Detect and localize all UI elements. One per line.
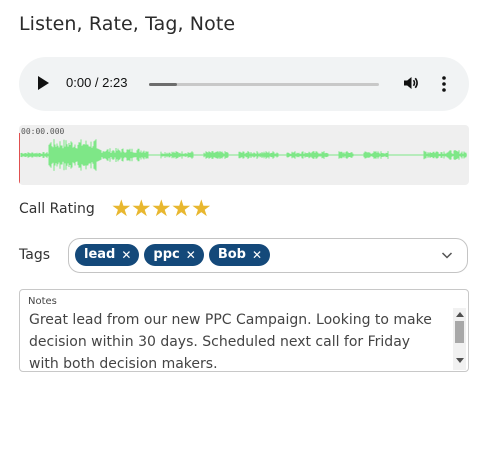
star-icon[interactable]: ★ — [171, 196, 192, 222]
volume-icon[interactable] — [402, 74, 420, 92]
chevron-down-icon[interactable] — [441, 250, 453, 260]
tag-chip: ppc ✕ — [144, 244, 204, 266]
scroll-down-icon[interactable] — [456, 358, 464, 363]
star-icon[interactable]: ★ — [151, 196, 172, 222]
waveform-playhead — [19, 133, 20, 185]
notes-textarea[interactable]: Great lead from our new PPC Campaign. Lo… — [29, 309, 443, 370]
audio-time: 0:00 / 2:23 — [66, 75, 128, 90]
tag-chip: Bob ✕ — [208, 244, 271, 266]
tag-chip-label: lead — [84, 247, 116, 262]
page-title: Listen, Rate, Tag, Note — [19, 13, 236, 35]
waveform-graph — [20, 139, 467, 171]
waveform-time-label: 00:00.000 — [21, 127, 65, 136]
tags-select[interactable]: lead ✕ ppc ✕ Bob ✕ — [68, 238, 468, 273]
tag-chip: lead ✕ — [75, 244, 140, 266]
scroll-thumb[interactable] — [455, 321, 464, 343]
audio-player: 0:00 / 2:23 — [19, 57, 469, 111]
notes-scrollbar[interactable] — [453, 308, 466, 370]
star-icon[interactable]: ★ — [111, 196, 132, 222]
tags-label: Tags — [19, 247, 50, 263]
star-rating[interactable]: ★ ★ ★ ★ ★ — [111, 196, 212, 222]
star-icon[interactable]: ★ — [131, 196, 152, 222]
audio-seek-bar[interactable] — [149, 83, 379, 86]
star-icon[interactable]: ★ — [191, 196, 212, 222]
tag-chips: lead ✕ ppc ✕ Bob ✕ — [75, 244, 271, 266]
tag-chip-label: Bob — [217, 247, 246, 262]
waveform-view[interactable]: 00:00.000 — [19, 125, 469, 185]
more-vert-icon[interactable] — [438, 74, 450, 94]
tag-chip-label: ppc — [153, 247, 180, 262]
audio-progress — [149, 83, 177, 86]
close-icon[interactable]: ✕ — [252, 244, 262, 266]
play-icon[interactable] — [38, 76, 49, 90]
close-icon[interactable]: ✕ — [186, 244, 196, 266]
close-icon[interactable]: ✕ — [121, 244, 131, 266]
notes-field[interactable]: Notes Great lead from our new PPC Campai… — [19, 289, 469, 372]
notes-label: Notes — [28, 296, 57, 307]
call-rating-label: Call Rating — [19, 201, 95, 217]
scroll-up-icon[interactable] — [456, 312, 464, 317]
